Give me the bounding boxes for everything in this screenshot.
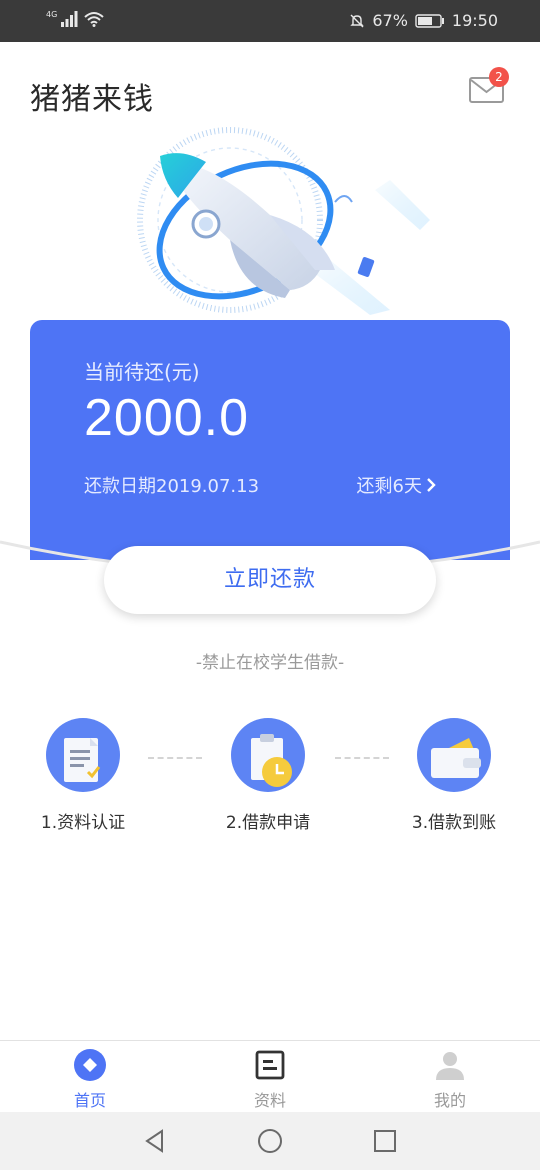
nav-mine[interactable]: 我的 bbox=[390, 1049, 510, 1111]
nav-home[interactable]: 首页 bbox=[30, 1049, 150, 1111]
nav-home-label: 首页 bbox=[73, 1091, 106, 1110]
nav-mine-label: 我的 bbox=[433, 1091, 466, 1110]
days-remaining-text: 还剩6天 bbox=[356, 476, 422, 497]
pending-amount: 2000.0 bbox=[84, 389, 250, 447]
document-check-icon bbox=[46, 718, 120, 792]
app-title: 猪猪来钱 bbox=[30, 82, 154, 117]
step-data-verification[interactable]: 1.资料认证 bbox=[8, 718, 158, 833]
clipboard-clock-icon bbox=[231, 718, 305, 792]
wifi-icon bbox=[84, 12, 104, 27]
wallet-icon bbox=[417, 718, 491, 792]
step-loan-received[interactable]: 3.借款到账 bbox=[379, 718, 529, 833]
battery-percent: 67% bbox=[372, 11, 408, 30]
user-icon bbox=[436, 1052, 464, 1080]
profile-card-icon bbox=[255, 1050, 285, 1080]
recents-square-icon[interactable] bbox=[372, 1128, 398, 1154]
step-loan-application[interactable]: 2.借款申请 bbox=[193, 718, 343, 833]
battery-icon bbox=[415, 13, 444, 28]
status-bar: 4G 67% 19:50 bbox=[0, 0, 540, 42]
student-loan-notice: -禁止在校学生借款- bbox=[195, 653, 345, 673]
chevron-right-icon bbox=[427, 478, 436, 492]
back-triangle-icon[interactable] bbox=[142, 1128, 168, 1154]
step-label: 3.借款到账 bbox=[411, 813, 497, 833]
mail-badge: 2 bbox=[489, 67, 509, 87]
repay-now-button[interactable]: 立即还款 bbox=[104, 546, 436, 614]
days-remaining-link[interactable]: 还剩6天 bbox=[357, 472, 436, 498]
home-circle-icon[interactable] bbox=[257, 1128, 283, 1154]
clock: 19:50 bbox=[451, 11, 498, 30]
mute-bell-icon bbox=[350, 14, 365, 27]
system-navigation-bar bbox=[0, 1112, 540, 1170]
step-label: 2.借款申请 bbox=[225, 813, 311, 833]
signal-icon bbox=[61, 11, 78, 27]
step-label: 1.资料认证 bbox=[40, 813, 126, 833]
rocket-illustration bbox=[137, 127, 430, 315]
bottom-navigation: 首页 资料 我的 bbox=[0, 1040, 540, 1112]
nav-profile-data[interactable]: 资料 bbox=[210, 1049, 330, 1111]
due-date: 还款日期2019.07.13 bbox=[84, 476, 260, 497]
network-type: 4G bbox=[46, 10, 58, 19]
pending-label: 当前待还(元) bbox=[84, 360, 200, 384]
nav-profile-data-label: 资料 bbox=[253, 1091, 286, 1110]
home-diamond-icon bbox=[74, 1049, 106, 1081]
